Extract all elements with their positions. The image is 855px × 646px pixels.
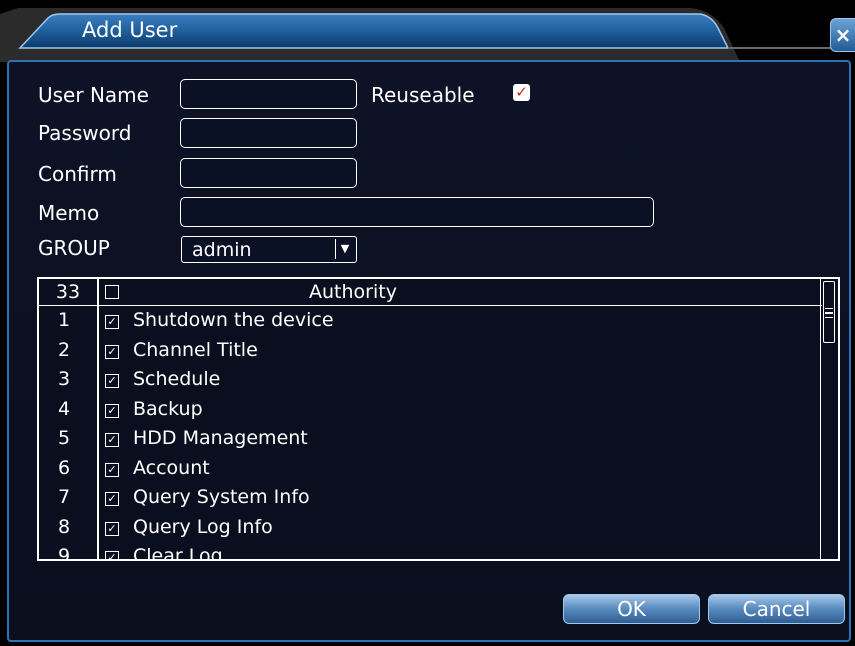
chevron-down-icon[interactable]: ▼ <box>335 239 354 259</box>
memo-input[interactable] <box>180 197 654 227</box>
scrollbar-thumb[interactable] <box>823 281 835 343</box>
list-item[interactable]: 2 ✓ Channel Title <box>39 337 822 367</box>
grip-icon <box>825 308 833 318</box>
close-icon[interactable]: × <box>830 18 855 52</box>
memo-label: Memo <box>38 201 100 225</box>
user-name-input[interactable] <box>180 79 357 109</box>
authority-label: Backup <box>133 397 203 420</box>
row-number: 4 <box>57 397 71 420</box>
authority-label: HDD Management <box>133 427 308 449</box>
authority-count: 33 <box>55 281 81 303</box>
row-number: 7 <box>57 486 71 508</box>
add-user-dialog: Add User × User Name Reuseable ✓ Passwor… <box>0 0 855 646</box>
title-bar: Add User × <box>0 0 855 62</box>
group-select[interactable]: admin ▼ <box>181 236 357 263</box>
row-number: 9 <box>57 545 71 561</box>
list-item[interactable]: 6 ✓ Account <box>39 455 822 485</box>
reuseable-label: Reuseable <box>371 83 475 107</box>
password-input[interactable] <box>180 118 357 148</box>
reuseable-checkbox[interactable]: ✓ <box>513 84 530 101</box>
list-item[interactable]: 5 ✓ HDD Management <box>39 425 822 455</box>
select-all-checkbox[interactable] <box>105 285 119 299</box>
confirm-password-input[interactable] <box>180 158 357 188</box>
row-number: 2 <box>57 338 71 361</box>
authority-checkbox[interactable]: ✓ <box>105 403 119 418</box>
authority-checkbox[interactable]: ✓ <box>105 315 119 329</box>
authority-label: Account <box>133 456 210 479</box>
authority-checkbox[interactable]: ✓ <box>105 492 119 506</box>
list-item[interactable]: 1 ✓ Shutdown the device <box>39 307 822 337</box>
authority-column-header: Authority <box>309 281 397 303</box>
list-item[interactable]: 7 ✓ Query System Info <box>39 484 822 514</box>
authority-checkbox[interactable]: ✓ <box>105 344 119 359</box>
authority-label: Shutdown the device <box>133 309 334 331</box>
scrollbar[interactable] <box>820 279 838 559</box>
row-number: 6 <box>57 456 71 479</box>
row-number: 1 <box>57 309 71 331</box>
row-number: 5 <box>57 427 71 449</box>
authority-checkbox[interactable]: ✓ <box>105 521 119 536</box>
authority-checkbox[interactable]: ✓ <box>105 462 119 477</box>
cancel-button[interactable]: Cancel <box>708 594 845 624</box>
list-item[interactable]: 8 ✓ Query Log Info <box>39 514 822 544</box>
confirm-label: Confirm <box>38 162 117 186</box>
group-label: GROUP <box>38 236 110 260</box>
password-label: Password <box>38 121 132 145</box>
authority-list-header: 33 Authority <box>39 279 822 306</box>
authority-checkbox[interactable]: ✓ <box>105 433 119 447</box>
row-number: 8 <box>57 515 71 538</box>
group-selected-value: admin <box>192 239 252 261</box>
authority-list: 33 Authority 1 ✓ Shutdown the device 2 ✓ Chan… <box>37 277 840 561</box>
authority-checkbox[interactable]: ✓ <box>105 374 119 388</box>
list-item[interactable]: 4 ✓ Backup <box>39 396 822 426</box>
authority-rows: 1 ✓ Shutdown the device 2 ✓ Channel Title 3 ✓ Sc… <box>39 307 822 561</box>
authority-label: Clear Log <box>133 545 223 561</box>
user-name-label: User Name <box>38 83 149 107</box>
list-item[interactable]: 9 ✓ Clear Log <box>39 543 822 561</box>
dialog-title: Add User <box>82 18 178 42</box>
authority-label: Schedule <box>133 368 221 390</box>
list-item[interactable]: 3 ✓ Schedule <box>39 366 822 396</box>
authority-label: Channel Title <box>133 338 258 361</box>
ok-button[interactable]: OK <box>563 594 700 624</box>
authority-label: Query System Info <box>133 486 310 508</box>
authority-checkbox[interactable]: ✓ <box>105 551 119 559</box>
authority-label: Query Log Info <box>133 515 273 538</box>
row-number: 3 <box>57 368 71 390</box>
